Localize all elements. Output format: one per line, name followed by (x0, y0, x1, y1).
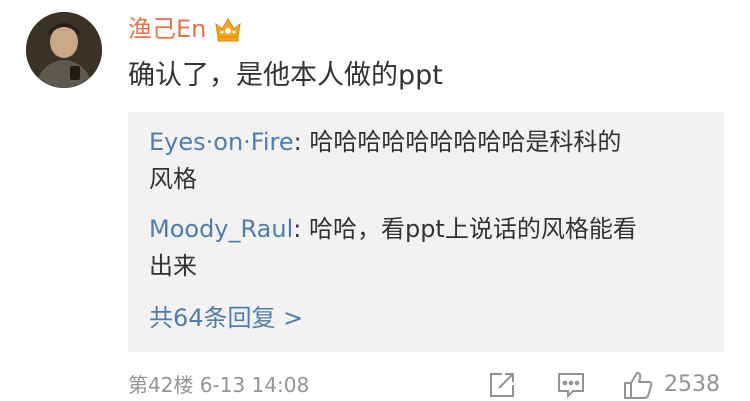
comment-text: 确认了，是他本人做的ppt (128, 60, 443, 91)
comment-footer: 第42楼 6-13 14:08 2538 (128, 369, 728, 401)
comment-header: 渔己En (128, 14, 242, 44)
floor-info: 第42楼 6-13 14:08 (128, 373, 310, 397)
share-icon[interactable] (488, 371, 516, 399)
reply-username[interactable]: Eyes·on·Fire (149, 128, 294, 156)
reply-text: 哈哈哈哈哈哈哈哈哈是科科的 (309, 128, 622, 156)
reply-line: Moody_Raul: 哈哈，看ppt上说话的风格能看 (149, 211, 709, 248)
username[interactable]: 渔己En (128, 14, 206, 44)
thumbs-up-icon[interactable] (622, 369, 654, 401)
reply-username[interactable]: Moody_Raul (149, 215, 293, 243)
comment-icon[interactable] (556, 371, 586, 399)
reply-text-continued: 出来 (149, 252, 197, 280)
avatar[interactable] (26, 12, 102, 88)
reply-item[interactable]: Moody_Raul: 哈哈，看ppt上说话的风格能看 出来 (149, 211, 709, 285)
reply-text: 哈哈，看ppt上说话的风格能看 (308, 215, 637, 243)
reply-line: Eyes·on·Fire: 哈哈哈哈哈哈哈哈哈是科科的 (149, 124, 709, 161)
reply-separator: : (293, 128, 310, 156)
reply-item[interactable]: Eyes·on·Fire: 哈哈哈哈哈哈哈哈哈是科科的 风格 (149, 124, 709, 198)
like-count: 2538 (664, 372, 720, 397)
replies-box[interactable]: Eyes·on·Fire: 哈哈哈哈哈哈哈哈哈是科科的 风格 Moody_Rau… (128, 112, 724, 352)
more-replies-link[interactable]: 共64条回复 > (149, 301, 303, 335)
reply-text-continued: 风格 (149, 165, 197, 193)
crown-icon (214, 16, 242, 42)
reply-separator: : (293, 215, 309, 243)
